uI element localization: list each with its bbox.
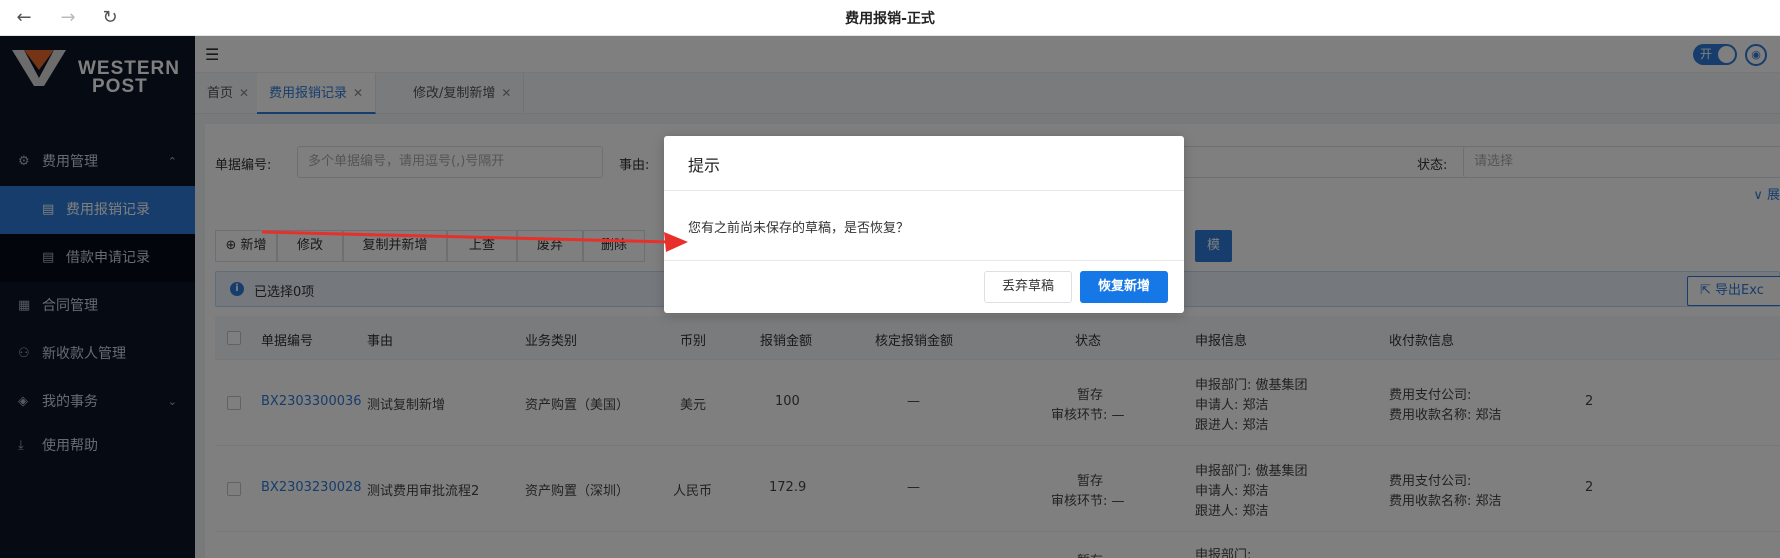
dialog-title: 提示 bbox=[688, 156, 721, 175]
divider bbox=[664, 190, 1184, 191]
discard-draft-button[interactable]: 丢弃草稿 bbox=[984, 271, 1072, 303]
browser-toolbar: ← → ↻ 费用报销-正式 bbox=[0, 0, 1780, 36]
dialog-message: 您有之前尚未保存的草稿，是否恢复？ bbox=[688, 221, 910, 236]
restore-add-button[interactable]: 恢复新增 bbox=[1080, 271, 1168, 303]
divider bbox=[664, 260, 1184, 261]
annotation-arrow-icon bbox=[261, 230, 688, 252]
window-title: 费用报销-正式 bbox=[845, 11, 935, 27]
restore-draft-dialog: 提示 您有之前尚未保存的草稿，是否恢复？ 丢弃草稿 恢复新增 bbox=[664, 136, 1184, 313]
